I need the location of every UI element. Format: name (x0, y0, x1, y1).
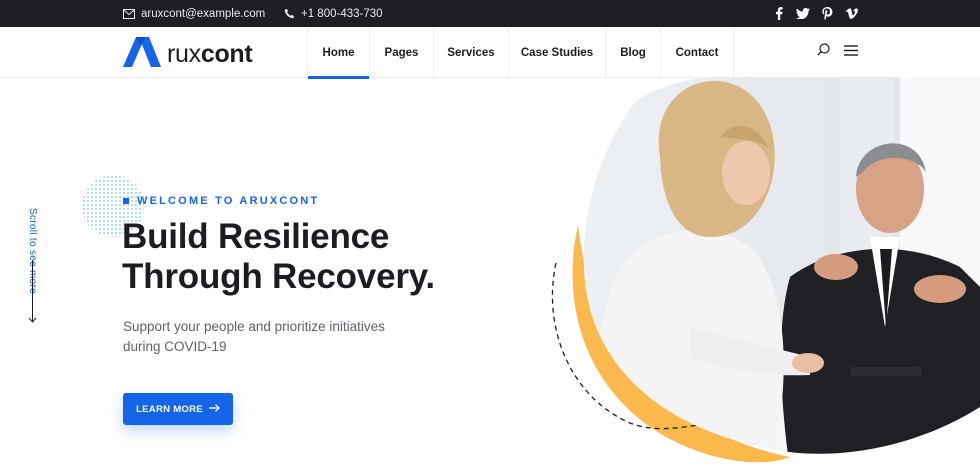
nav-item-blog[interactable]: Blog (605, 27, 660, 78)
email-text: aruxcont@example.com (141, 7, 266, 20)
vimeo-icon[interactable] (844, 7, 858, 21)
social-links (772, 0, 858, 27)
menu-icon[interactable] (844, 43, 858, 61)
page: aruxcont@example.com +1 800-433-730 ruxc… (0, 0, 980, 471)
search-icon[interactable] (817, 43, 830, 61)
hero-title-line-2: Through Recovery. (122, 257, 435, 296)
learn-more-button[interactable]: LEARN MORE (123, 393, 233, 425)
phone-text: +1 800-433-730 (301, 7, 383, 20)
brand-name: ruxcont (167, 40, 253, 69)
hero-eyebrow: WELCOME TO ARUXCONT (123, 195, 319, 207)
arrow-right-icon (208, 403, 220, 415)
nav-item-home[interactable]: Home (307, 27, 369, 79)
main-header: ruxcont Home Pages Services Case Studies… (0, 27, 980, 79)
main-nav: Home Pages Services Case Studies Blog Co… (307, 27, 734, 79)
hero-subtitle-line-2: during COVID-19 (123, 339, 227, 354)
brand-logo[interactable]: ruxcont (123, 37, 253, 72)
hero-title: Build Resilience Through Recovery. (122, 217, 435, 297)
hero-title-line-1: Build Resilience (122, 217, 390, 256)
hero-subtitle: Support your people and prioritize initi… (123, 317, 413, 357)
learn-more-label: LEARN MORE (136, 403, 203, 415)
contact-email[interactable]: aruxcont@example.com (123, 0, 265, 27)
nav-item-contact[interactable]: Contact (660, 27, 734, 78)
brand-name-light: rux (167, 40, 201, 68)
facebook-icon[interactable] (772, 7, 786, 21)
contact-phone[interactable]: +1 800-433-730 (284, 0, 383, 27)
hero-image (551, 77, 980, 463)
eyebrow-square-icon (123, 198, 129, 204)
phone-icon (284, 8, 295, 19)
arrow-down-icon (28, 260, 37, 329)
hero-subtitle-line-1: Support your people and prioritize initi… (123, 319, 385, 334)
header-tools (817, 43, 858, 61)
twitter-icon[interactable] (796, 7, 810, 21)
scroll-hint[interactable]: Scroll to see more (24, 208, 44, 328)
top-bar: aruxcont@example.com +1 800-433-730 (0, 0, 980, 27)
eyebrow-text: WELCOME TO ARUXCONT (137, 195, 320, 207)
logo-mark-icon (123, 37, 161, 72)
hero-visual (540, 77, 980, 471)
brand-name-bold: cont (200, 40, 253, 68)
nav-item-case-studies[interactable]: Case Studies (508, 27, 605, 78)
nav-item-services[interactable]: Services (433, 27, 508, 78)
mail-icon (123, 8, 135, 19)
nav-item-pages[interactable]: Pages (369, 27, 433, 78)
pinterest-icon[interactable] (820, 7, 834, 21)
